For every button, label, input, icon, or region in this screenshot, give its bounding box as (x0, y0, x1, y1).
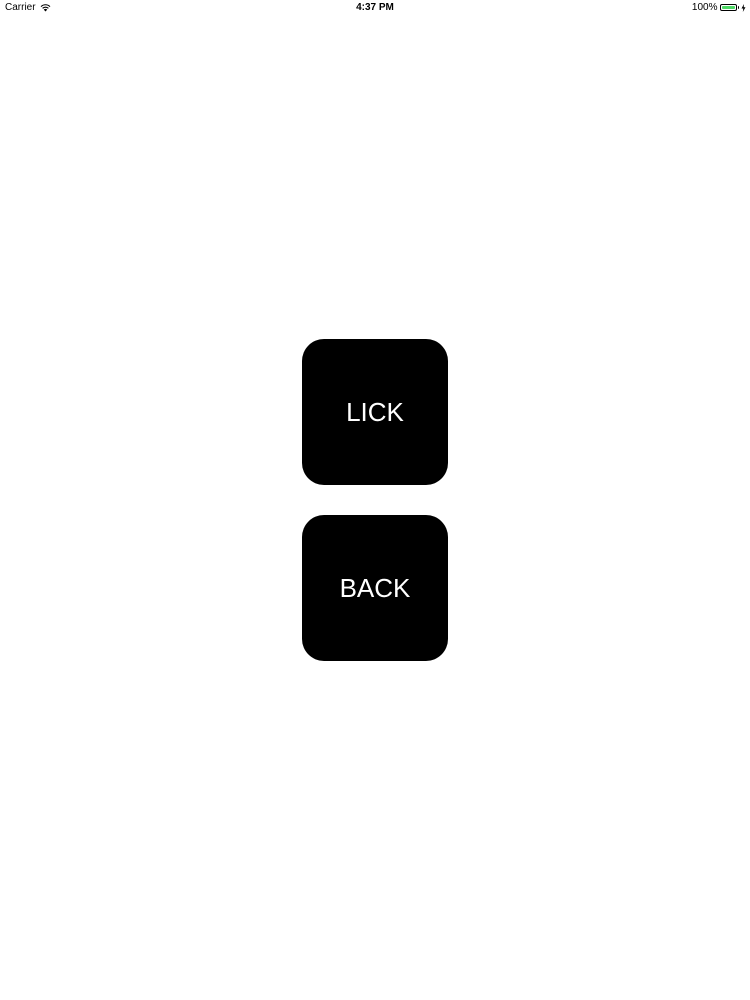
button-stack: LICK BACK (302, 339, 448, 661)
battery-tip (737, 6, 739, 9)
status-time: 4:37 PM (356, 2, 394, 13)
battery-body (719, 4, 737, 11)
battery-icon (719, 4, 739, 11)
charging-icon (741, 3, 746, 12)
back-button[interactable]: BACK (302, 515, 448, 661)
back-button-label: BACK (339, 572, 411, 603)
battery-percent: 100% (691, 2, 718, 13)
lick-button[interactable]: LICK (302, 339, 448, 485)
battery-fill (721, 6, 735, 9)
lick-button-label: LICK (346, 396, 404, 427)
status-bar: Carrier 4:37 PM 100% (0, 0, 750, 16)
status-right: 100% (692, 2, 746, 13)
